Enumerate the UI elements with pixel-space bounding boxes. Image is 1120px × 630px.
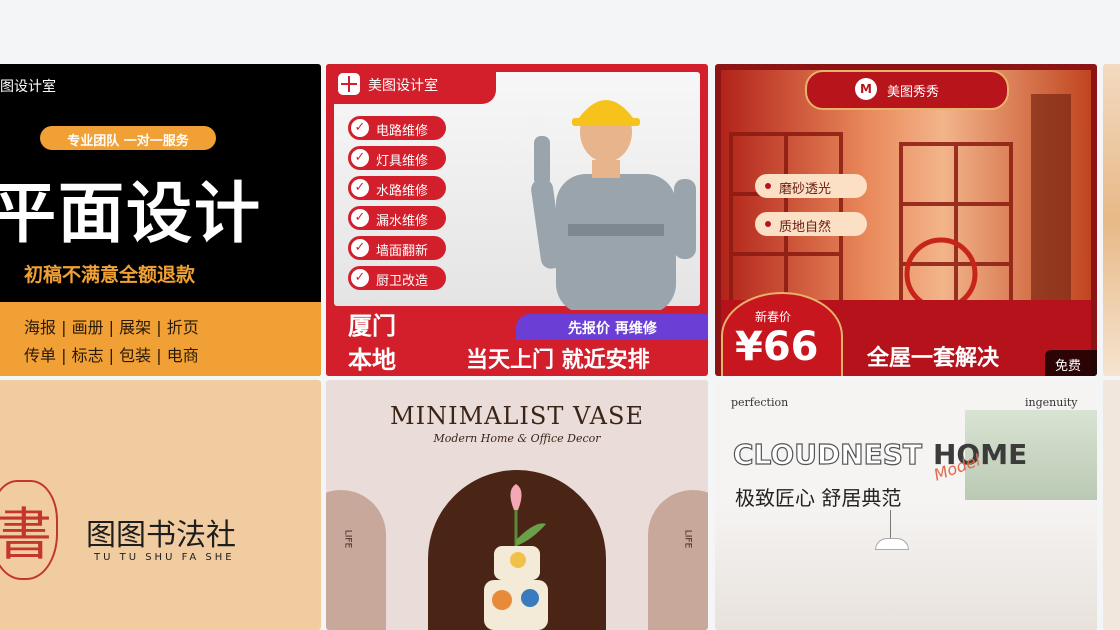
feature-chip-label: 磨砂透光	[779, 182, 832, 197]
feature-chip: 质地自然	[755, 212, 867, 236]
vase-illustration	[484, 484, 548, 630]
services-row-1: 海报 | 画册 | 展架 | 折页	[24, 318, 199, 337]
city-line-1: 厦门	[348, 312, 396, 340]
service-chip: ✓ 墙面翻新	[348, 236, 446, 260]
service-chip-label: 墙面翻新	[376, 244, 429, 259]
seal-char: 書	[0, 503, 52, 568]
title-outline: CLOUDNEST	[732, 437, 922, 471]
card-title: MINIMALIST VASE	[390, 402, 644, 430]
check-icon: ✓	[351, 209, 369, 227]
room-photo	[715, 500, 1097, 630]
brand-logo-icon: M	[855, 78, 877, 100]
service-chip-label: 灯具维修	[376, 154, 429, 169]
service-label: 画册	[71, 318, 104, 337]
price-label: 新春价	[755, 310, 792, 324]
free-tag: 免费	[1045, 350, 1097, 376]
service-label: 标志	[71, 346, 104, 365]
service-chip: ✓ 水路维修	[348, 176, 446, 200]
service-chip: ✓ 漏水维修	[348, 206, 446, 230]
card-slogan: 当天上门 就近安排	[466, 348, 650, 373]
tag-right: ingenuity	[1025, 396, 1078, 409]
template-card-home-repair[interactable]: 美图设计室 ✓ 电路维修 ✓ 灯具维修 ✓ 水路维修 ✓ 漏水维修 ✓ 墙面翻新…	[326, 64, 708, 376]
card-brand-label: 图设计室	[0, 79, 56, 95]
club-name: 图图书法社	[86, 518, 236, 553]
service-pill: 专业团队 一对一服务	[40, 126, 216, 150]
price-value: ¥66	[735, 324, 819, 370]
quote-badge: 先报价 再维修	[516, 314, 708, 340]
check-icon: ✓	[351, 179, 369, 197]
city-block: 厦门 本地	[326, 306, 426, 376]
template-card-window-decor[interactable]: M 美图秀秀 磨砂透光 质地自然 新春价 ¥66 全屋一套解决 免费	[715, 64, 1097, 376]
card-slogan: 全屋一套解决	[867, 346, 1000, 371]
check-icon: ✓	[351, 239, 369, 257]
side-arch-right	[648, 490, 708, 630]
card-brand-label: 美图设计室	[368, 78, 438, 94]
service-label: 传单	[24, 346, 57, 365]
service-chip: ✓ 灯具维修	[348, 146, 446, 170]
service-label: 电商	[166, 346, 199, 365]
feature-chip: 磨砂透光	[755, 174, 867, 198]
service-chip-label: 漏水维修	[376, 214, 429, 229]
city-line-2: 本地	[348, 346, 396, 374]
worker-photo	[522, 100, 696, 310]
brand-banner: M 美图秀秀	[805, 70, 1009, 110]
check-icon: ✓	[351, 149, 369, 167]
grid-logo-icon	[338, 73, 360, 95]
card-slogan: 极致匠心 舒居典范	[735, 486, 902, 510]
card-subtitle: Modern Home & Office Decor	[433, 432, 601, 445]
quote-badge-text: 先报价 再维修	[568, 321, 657, 337]
service-chip: ✓ 厨卫改造	[348, 266, 446, 290]
template-card-graphic-design[interactable]: 图设计室 专业团队 一对一服务 平面设计 初稿不满意全额退款 海报 | 画册 |…	[0, 64, 321, 376]
service-label: 展架	[119, 318, 152, 337]
template-card-vase[interactable]: MINIMALIST VASE Modern Home & Office Dec…	[326, 380, 708, 630]
check-icon: ✓	[351, 269, 369, 287]
template-card-partial[interactable]	[1103, 380, 1120, 630]
service-pill-text: 专业团队 一对一服务	[67, 134, 189, 149]
service-label: 折页	[166, 318, 199, 337]
feature-chip-label: 质地自然	[779, 220, 832, 235]
side-label-left: LIFE	[342, 529, 353, 549]
price-badge: 新春价 ¥66	[721, 292, 843, 376]
service-chip-label: 电路维修	[376, 124, 429, 139]
services-row-2: 传单 | 标志 | 包装 | 电商	[24, 346, 199, 365]
free-tag-text: 免费	[1055, 359, 1082, 374]
club-pinyin: TU TU SHU FA SHE	[94, 552, 235, 563]
template-card-cloudnest[interactable]: perfection ingenuity CLOUDNEST HOME Mode…	[715, 380, 1097, 630]
card-subtitle: 初稿不满意全额退款	[24, 264, 196, 286]
service-chip-label: 水路维修	[376, 184, 429, 199]
side-label-right: LIFE	[682, 529, 693, 549]
pendant-lamp-icon	[875, 538, 909, 550]
card-brand-label: 美图秀秀	[887, 85, 940, 100]
lamp-cord	[890, 510, 891, 540]
template-card-calligraphy[interactable]: 書 图图书法社 TU TU SHU FA SHE	[0, 380, 321, 630]
tag-left: perfection	[731, 396, 789, 409]
service-chip-label: 厨卫改造	[376, 274, 429, 289]
template-card-partial[interactable]	[1103, 64, 1120, 376]
service-label: 包装	[119, 346, 152, 365]
card-title: 平面设计	[0, 175, 262, 252]
services-panel: 海报 | 画册 | 展架 | 折页 传单 | 标志 | 包装 | 电商	[0, 302, 321, 376]
side-arch-left	[326, 490, 386, 630]
check-icon: ✓	[351, 119, 369, 137]
service-chip: ✓ 电路维修	[348, 116, 446, 140]
service-label: 海报	[24, 318, 57, 337]
